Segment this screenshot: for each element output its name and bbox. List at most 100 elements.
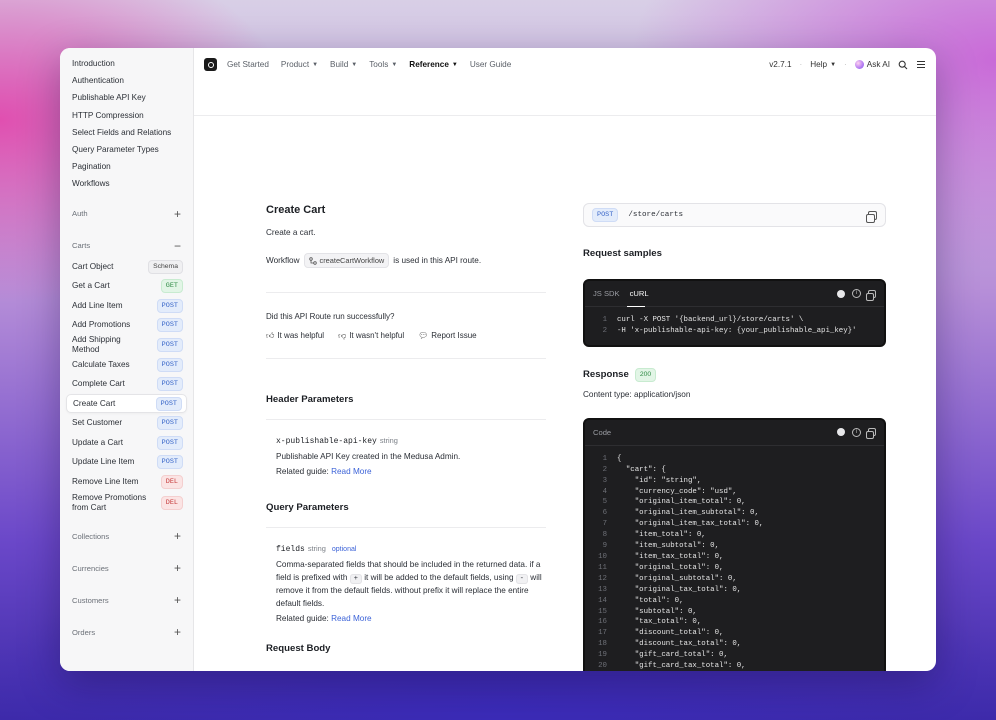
method-badge: DEL bbox=[160, 474, 183, 489]
code-text: "discount_tax_total": 0, bbox=[617, 640, 742, 649]
read-more-link[interactable]: Read More bbox=[331, 614, 372, 623]
sidebar-section-auth[interactable]: Auth + bbox=[66, 207, 187, 221]
expand-icon[interactable]: + bbox=[174, 561, 181, 575]
menu-icon[interactable] bbox=[916, 60, 926, 69]
line-number: 1 bbox=[602, 316, 607, 324]
tab-js-sdk[interactable]: JS SDK bbox=[593, 289, 620, 298]
method-badge: POST bbox=[156, 435, 183, 450]
code-minus: - bbox=[515, 573, 528, 584]
param-description: Comma-separated fields that should be in… bbox=[276, 559, 546, 611]
sidebar-item-update-a-cart[interactable]: Update a Cart POST bbox=[66, 433, 187, 453]
read-more-link[interactable]: Read More bbox=[331, 467, 372, 476]
nav-build[interactable]: Build ▼ bbox=[330, 60, 357, 69]
code-label: Code bbox=[593, 427, 612, 437]
section-label: Carts bbox=[72, 241, 91, 251]
nav-reference[interactable]: Reference ▼ bbox=[409, 60, 458, 69]
content-type: Content type: application/json bbox=[583, 389, 691, 399]
line-number: 18 bbox=[598, 640, 607, 649]
copy-icon[interactable] bbox=[866, 289, 876, 301]
section-label: Currencies bbox=[72, 563, 109, 573]
help-menu[interactable]: Help ▼ bbox=[810, 60, 836, 69]
param-type: string bbox=[379, 436, 398, 445]
version-selector[interactable]: v2.7.1 bbox=[769, 60, 791, 69]
copy-icon[interactable] bbox=[866, 210, 877, 223]
code-header: Code i bbox=[585, 420, 884, 446]
helpful-button[interactable]: 👍︎ It was helpful bbox=[266, 331, 324, 341]
nav-user-guide[interactable]: User Guide bbox=[470, 60, 511, 69]
info-icon[interactable]: i bbox=[852, 289, 861, 298]
copy-icon[interactable] bbox=[866, 428, 876, 440]
sidebar-item-calculate-taxes[interactable]: Calculate Taxes POST bbox=[66, 355, 187, 375]
sidebar-link-http-compression[interactable]: HTTP Compression bbox=[66, 107, 187, 124]
sidebar-item-update-line-item[interactable]: Update Line Item POST bbox=[66, 452, 187, 472]
separator: · bbox=[844, 60, 847, 69]
sidebar-section-customers[interactable]: Customers + bbox=[66, 593, 187, 607]
info-icon[interactable]: i bbox=[852, 427, 861, 437]
workflow-link[interactable]: createCartWorkflow bbox=[303, 253, 390, 268]
ask-ai-label: Ask AI bbox=[866, 59, 890, 69]
sidebar-section-carts[interactable]: Carts − bbox=[66, 239, 187, 253]
expand-icon[interactable]: + bbox=[174, 593, 181, 607]
sidebar-link-introduction[interactable]: Introduction bbox=[66, 56, 187, 73]
page-description: Create a cart. bbox=[266, 228, 316, 237]
sidebar-item-set-customer[interactable]: Set Customer POST bbox=[66, 413, 187, 433]
sidebar-link-pagination[interactable]: Pagination bbox=[66, 159, 187, 176]
tab-curl[interactable]: cURL bbox=[630, 289, 649, 298]
sidebar-link-query-parameter-types[interactable]: Query Parameter Types bbox=[66, 141, 187, 158]
sidebar-link-workflows[interactable]: Workflows bbox=[66, 176, 187, 193]
sidebar-item-add-shipping-method[interactable]: Add Shipping Method POST bbox=[66, 335, 187, 355]
thumbs-down-icon: 👎︎ bbox=[338, 331, 347, 340]
not-helpful-button[interactable]: 👎︎ It wasn't helpful bbox=[338, 331, 404, 341]
nav-tools[interactable]: Tools ▼ bbox=[369, 60, 397, 69]
sidebar: Introduction Authentication Publishable … bbox=[60, 48, 194, 671]
sidebar-item-remove-line-item[interactable]: Remove Line Item DEL bbox=[66, 472, 187, 492]
sidebar-item-create-cart[interactable]: Create Cart POST bbox=[66, 393, 187, 414]
sidebar-item-label: Add Promotions bbox=[72, 320, 131, 329]
code-text: "original_item_tax_total": 0, bbox=[617, 520, 764, 529]
sidebar-link-select-fields[interactable]: Select Fields and Relations bbox=[66, 124, 187, 141]
related-guide: Related guide: Read More bbox=[276, 614, 546, 623]
expand-icon[interactable]: + bbox=[174, 207, 181, 221]
search-icon[interactable] bbox=[898, 60, 908, 70]
code-line: 4 "currency_code": "usd", bbox=[593, 487, 876, 498]
ask-ai-button[interactable]: Ask AI bbox=[854, 59, 890, 70]
section-label: Auth bbox=[72, 209, 88, 219]
code-line: 19 "gift_card_total": 0, bbox=[593, 650, 876, 661]
sidebar-item-add-line-item[interactable]: Add Line Item POST bbox=[66, 296, 187, 316]
code-line: 6 "original_item_subtotal": 0, bbox=[593, 508, 876, 519]
code-line: 1{ bbox=[593, 454, 876, 465]
sidebar-section-currencies[interactable]: Currencies + bbox=[66, 561, 187, 575]
sidebar-link-publishable-api-key[interactable]: Publishable API Key bbox=[66, 90, 187, 107]
collapse-icon[interactable]: − bbox=[174, 239, 181, 253]
workflow-name: createCartWorkflow bbox=[319, 256, 385, 265]
sidebar-item-complete-cart[interactable]: Complete Cart POST bbox=[66, 374, 187, 394]
report-issue-button[interactable]: 💬︎ Report Issue bbox=[418, 331, 477, 341]
sidebar-item-cart-object[interactable]: Cart Object Schema bbox=[66, 257, 187, 277]
sidebar-item-add-promotions[interactable]: Add Promotions POST bbox=[66, 315, 187, 335]
nav-label: Get Started bbox=[227, 60, 269, 69]
method-badge: DEL bbox=[160, 496, 183, 511]
divider bbox=[266, 358, 546, 359]
section-label: Orders bbox=[72, 627, 96, 637]
code-text: "currency_code": "usd", bbox=[617, 487, 737, 496]
line-number: 10 bbox=[598, 552, 607, 561]
line-number: 14 bbox=[598, 596, 607, 605]
line-number: 15 bbox=[598, 607, 607, 616]
sidebar-item-get-a-cart[interactable]: Get a Cart GET bbox=[66, 276, 187, 296]
medusa-logo-icon[interactable] bbox=[204, 58, 217, 71]
expand-icon[interactable]: + bbox=[174, 625, 181, 639]
code-line: 11 "original_total": 0, bbox=[593, 563, 876, 574]
sidebar-section-collections[interactable]: Collections + bbox=[66, 529, 187, 543]
run-icon[interactable] bbox=[837, 428, 845, 437]
sidebar-item-remove-promotions-from-cart[interactable]: Remove Promotions from Cart DEL bbox=[66, 491, 187, 515]
code-text: "id": "string", bbox=[617, 476, 702, 485]
nav-product[interactable]: Product ▼ bbox=[281, 60, 318, 69]
nav-get-started[interactable]: Get Started bbox=[227, 60, 269, 69]
sidebar-section-orders[interactable]: Orders + bbox=[66, 625, 187, 639]
run-icon[interactable] bbox=[837, 289, 845, 298]
line-number: 3 bbox=[602, 476, 607, 485]
expand-icon[interactable]: + bbox=[174, 529, 181, 543]
sidebar-link-authentication[interactable]: Authentication bbox=[66, 73, 187, 90]
related-label: Related guide: bbox=[276, 466, 329, 476]
app-window: Introduction Authentication Publishable … bbox=[60, 48, 936, 671]
